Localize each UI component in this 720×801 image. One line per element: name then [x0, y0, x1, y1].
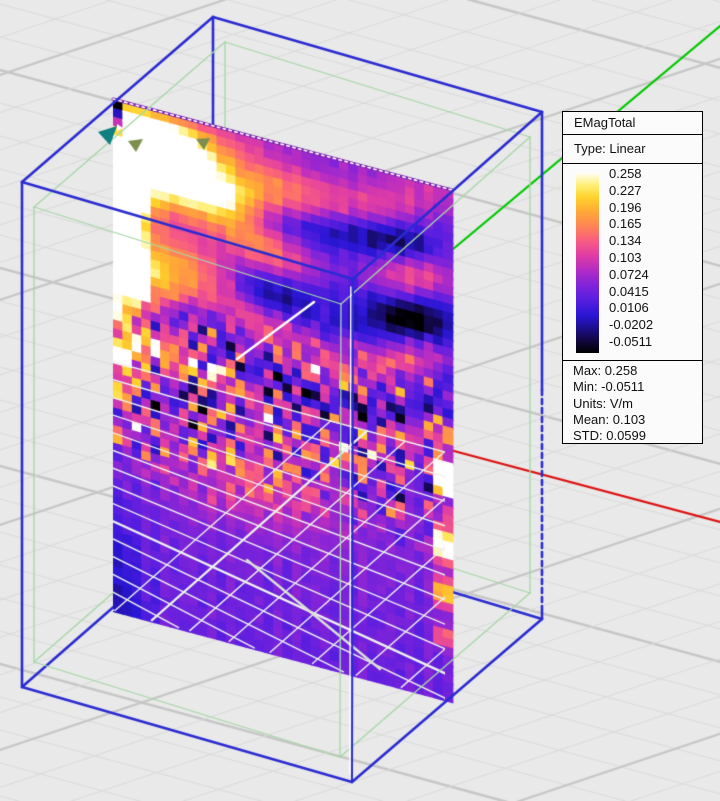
stat-line: Mean: 0.103	[573, 412, 702, 428]
colorbar-tick: 0.165	[609, 216, 697, 233]
legend-body: 0.2580.2270.1960.1650.1340.1030.07240.04…	[563, 164, 702, 442]
colorbar-tick: 0.258	[609, 166, 697, 183]
stat-line: Units: V/m	[573, 396, 702, 412]
colorbar-tick: 0.0724	[609, 267, 697, 284]
simulation-viewport-window: EMagTotal Type: Linear 0.2580.2270.1960.…	[0, 0, 720, 801]
legend-title: EMagTotal	[563, 112, 702, 135]
stat-line: Min: -0.0511	[573, 379, 702, 395]
stat-line: STD: 0.0599	[573, 428, 702, 444]
colorbar-tick: -0.0511	[609, 334, 697, 351]
legend-stats: Max: 0.258Min: -0.0511Units: V/mMean: 0.…	[563, 360, 702, 441]
colorbar-tick: 0.103	[609, 250, 697, 267]
stat-line: Max: 0.258	[573, 363, 702, 379]
colorbar-ticks: 0.2580.2270.1960.1650.1340.1030.07240.04…	[609, 166, 697, 351]
colorbar-tick: 0.0415	[609, 284, 697, 301]
colorbar-gradient	[576, 172, 599, 353]
colorbar-tick: 0.134	[609, 233, 697, 250]
legend-scale-type: Type: Linear	[563, 135, 702, 164]
colorbar-tick: 0.196	[609, 200, 697, 217]
colorbar-tick: 0.0106	[609, 300, 697, 317]
colorbar-tick: 0.227	[609, 183, 697, 200]
colorbar-tick: -0.0202	[609, 317, 697, 334]
legend-panel[interactable]: EMagTotal Type: Linear 0.2580.2270.1960.…	[562, 111, 703, 444]
